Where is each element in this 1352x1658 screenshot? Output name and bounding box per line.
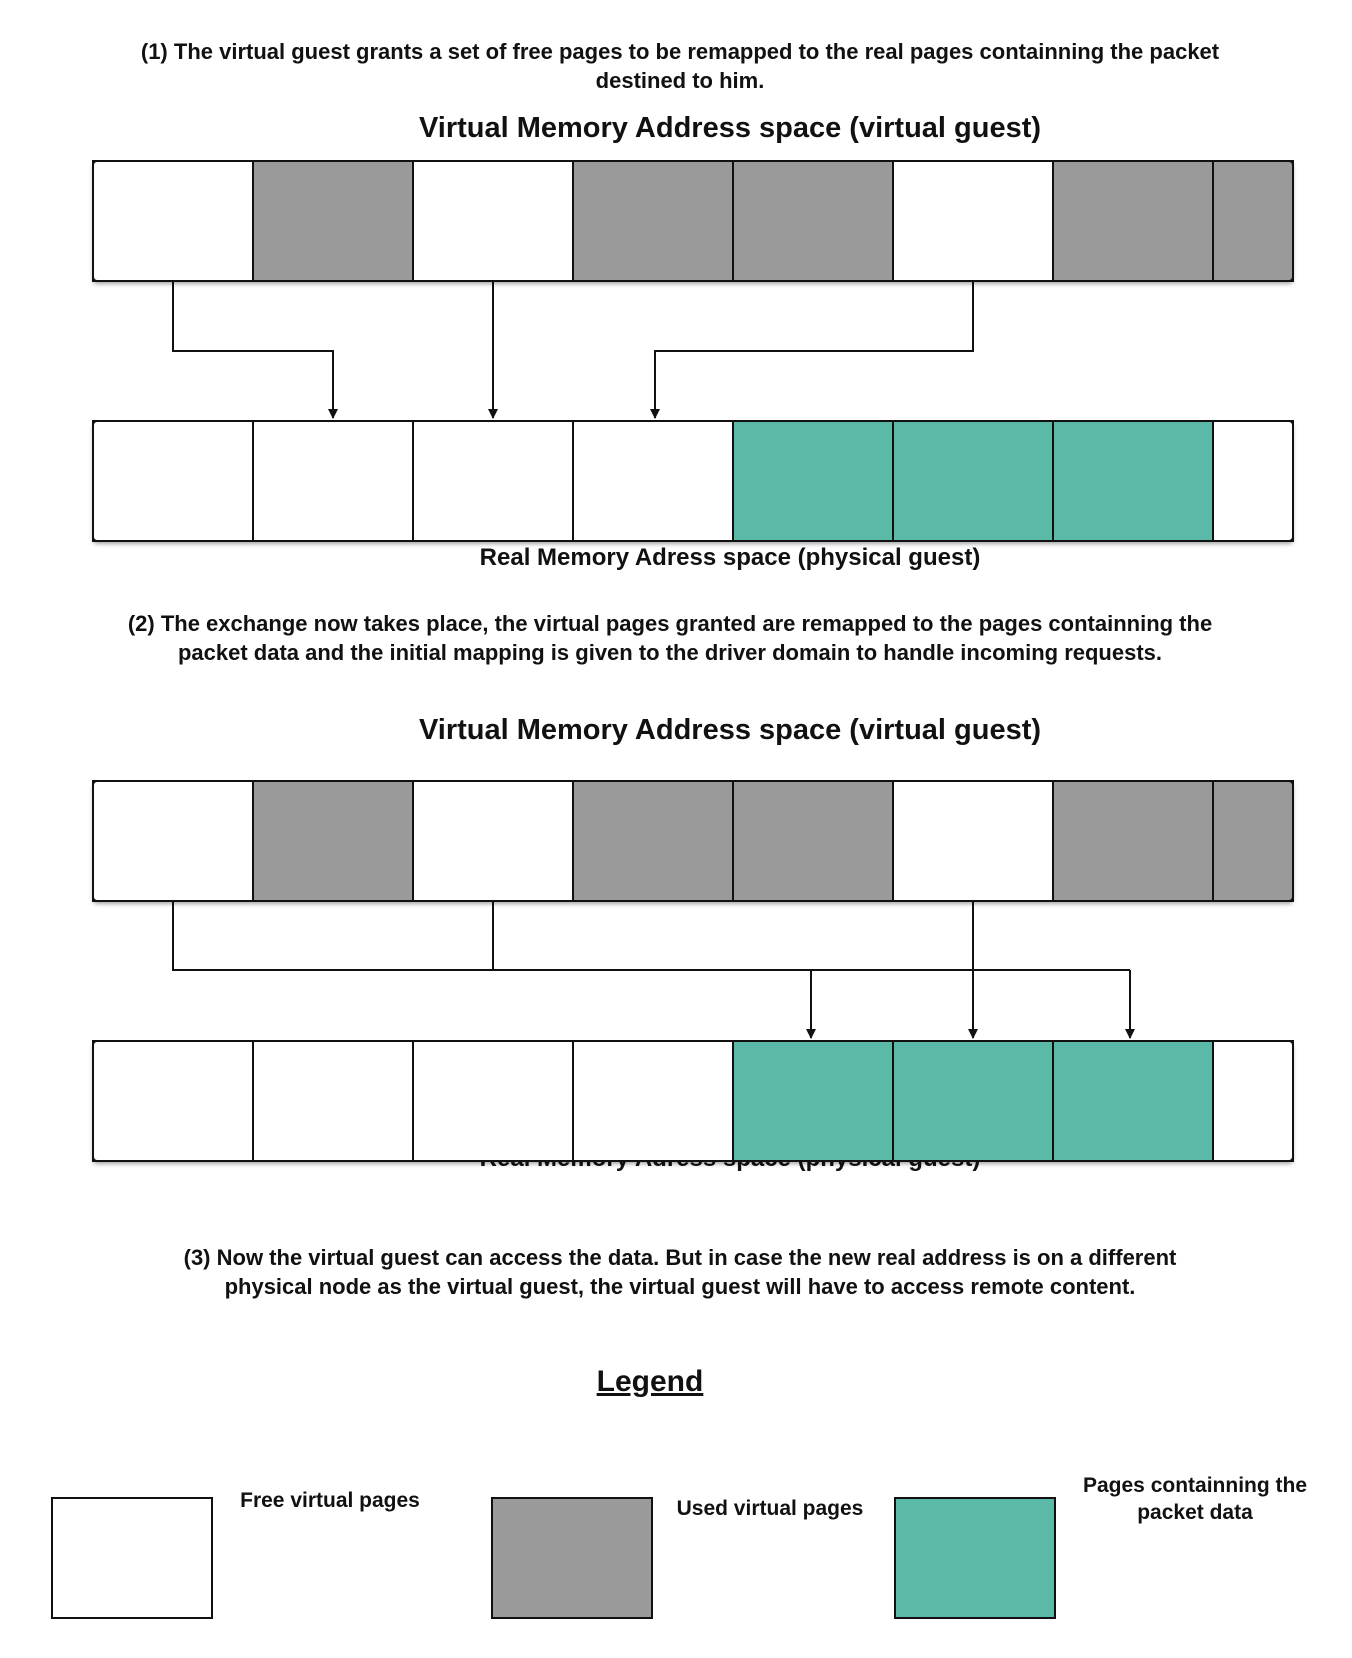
real-page-free xyxy=(1212,420,1294,542)
virtual-page-free xyxy=(92,780,254,902)
real-page-packet xyxy=(1052,420,1214,542)
real-page-packet xyxy=(892,1040,1054,1162)
real-memory-row-1 xyxy=(92,420,1294,542)
virtual-memory-row-2 xyxy=(92,780,1294,902)
virtual-page-used xyxy=(572,160,734,282)
real-page-free xyxy=(572,1040,734,1162)
virtual-page-used xyxy=(252,160,414,282)
arrow-grant-1 xyxy=(172,282,338,419)
real-page-free xyxy=(252,420,414,542)
virtual-page-used xyxy=(1212,780,1294,902)
mapping-arrows-2 xyxy=(172,902,1135,1039)
real-page-packet xyxy=(1052,1040,1214,1162)
virtual-page-free xyxy=(892,780,1054,902)
legend-used-swatch xyxy=(491,1497,653,1619)
mapping-arrows-1 xyxy=(172,282,974,419)
real-page-free xyxy=(572,420,734,542)
virtual-page-used xyxy=(572,780,734,902)
remap-line-left xyxy=(172,902,1130,971)
virtual-page-free xyxy=(412,160,574,282)
real-page-free xyxy=(1212,1040,1294,1162)
virtual-page-free xyxy=(412,780,574,902)
legend-free-swatch xyxy=(51,1497,213,1619)
virtual-page-used xyxy=(732,780,894,902)
memory-diagram xyxy=(51,160,1294,1619)
virtual-page-used xyxy=(1052,160,1214,282)
virtual-page-used xyxy=(1052,780,1214,902)
virtual-memory-row-1 xyxy=(92,160,1294,282)
real-page-packet xyxy=(732,1040,894,1162)
arrow-grant-3 xyxy=(650,282,974,419)
legend-packet-swatch xyxy=(894,1497,1056,1619)
real-page-free xyxy=(92,420,254,542)
real-page-packet xyxy=(732,420,894,542)
virtual-page-used xyxy=(732,160,894,282)
real-page-free xyxy=(412,420,574,542)
virtual-page-used xyxy=(1212,160,1294,282)
real-page-free xyxy=(412,1040,574,1162)
real-page-packet xyxy=(892,420,1054,542)
virtual-page-used xyxy=(252,780,414,902)
real-page-free xyxy=(92,1040,254,1162)
real-page-free xyxy=(252,1040,414,1162)
virtual-page-free xyxy=(92,160,254,282)
virtual-page-free xyxy=(892,160,1054,282)
real-memory-row-2 xyxy=(92,1040,1294,1162)
